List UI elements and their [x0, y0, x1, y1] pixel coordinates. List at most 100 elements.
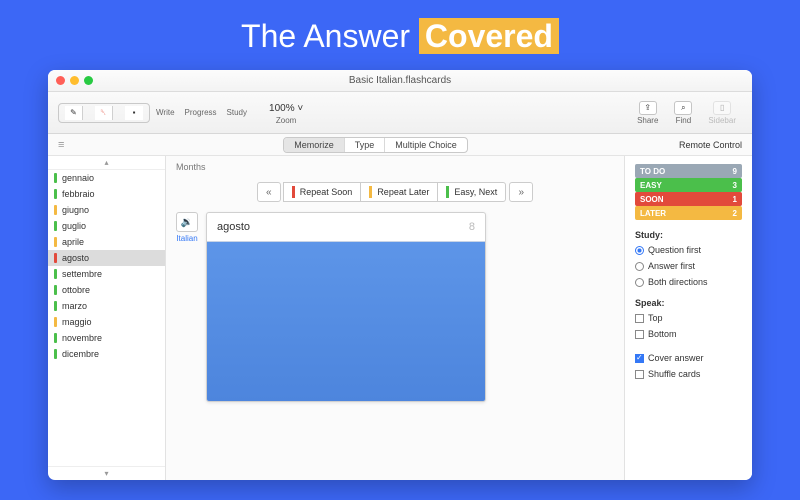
sidebar-item-label: agosto [62, 253, 89, 263]
study-button[interactable]: ▪ [119, 104, 149, 122]
sidebar-item[interactable]: febbraio [48, 186, 165, 202]
sidebar-item[interactable]: marzo [48, 298, 165, 314]
sidebar-item[interactable]: maggio [48, 314, 165, 330]
status-stripe [54, 189, 57, 199]
speak-language: Italian [176, 234, 197, 243]
zoom-label: Zoom [276, 116, 296, 125]
sidebar-item-label: maggio [62, 317, 92, 327]
status-pill-todo: TO DO9 [635, 164, 742, 178]
checkbox-icon [635, 330, 644, 339]
sidebar-item-label: marzo [62, 301, 87, 311]
opt-speak-bottom[interactable]: Bottom [635, 328, 742, 340]
speak-heading: Speak: [635, 298, 742, 308]
radio-icon [635, 246, 644, 255]
status-stripe [54, 205, 57, 215]
sidebar-item[interactable]: guglio [48, 218, 165, 234]
checkbox-icon [635, 370, 644, 379]
toolbar: ✎ ␡ ▪ Write Progress Study 100% ˅ Zoom ⇪… [48, 92, 752, 134]
write-button[interactable]: ✎ [59, 104, 89, 122]
radio-icon [635, 278, 644, 287]
find-button[interactable]: ⌕Find [668, 99, 698, 127]
sidebar-sort-down[interactable]: ▾ [48, 466, 165, 480]
sidebar-item[interactable]: gennaio [48, 170, 165, 186]
tab-multiple[interactable]: Multiple Choice [385, 138, 467, 152]
hero-title: The Answer Covered [0, 0, 800, 69]
sidebar-item[interactable]: aprile [48, 234, 165, 250]
status-stripe [54, 317, 57, 327]
zoom-control[interactable]: 100% ˅ Zoom [263, 101, 309, 125]
sidebar-item-label: febbraio [62, 189, 95, 199]
write-label: Write [156, 108, 175, 117]
sidebar-item-label: ottobre [62, 285, 90, 295]
tab-type[interactable]: Type [345, 138, 386, 152]
status-stripe [54, 269, 57, 279]
bars-icon: ␡ [95, 106, 113, 120]
sidebar-item[interactable]: dicembre [48, 346, 165, 362]
sidebar-item-label: dicembre [62, 349, 99, 359]
titlebar: Basic Italian.flashcards [48, 70, 752, 92]
sidebar-item[interactable]: settembre [48, 266, 165, 282]
status-stripe [54, 285, 57, 295]
share-button[interactable]: ⇪Share [631, 99, 664, 127]
remote-control-label[interactable]: Remote Control [679, 140, 742, 150]
status-stripe [54, 253, 57, 263]
search-icon: ⌕ [674, 101, 692, 115]
window-title: Basic Italian.flashcards [48, 75, 752, 86]
flashcard[interactable]: agosto 8 [206, 212, 486, 402]
app-window: Basic Italian.flashcards ✎ ␡ ▪ Write Pro… [48, 70, 752, 480]
status-stripe [54, 333, 57, 343]
sidebar: ▴ gennaio febbraio giugno guglio aprile agost… [48, 156, 166, 480]
mode-segmented[interactable]: Memorize Type Multiple Choice [283, 137, 468, 153]
answer-buttons: « Repeat Soon Repeat Later Easy, Next » [176, 182, 614, 202]
sidebar-button[interactable]: ▯Sidebar [702, 99, 742, 127]
menu-icon[interactable]: ≡ [58, 139, 72, 151]
sidebar-item[interactable]: giugno [48, 202, 165, 218]
sidebar-item[interactable]: ottobre [48, 282, 165, 298]
sidebar-item[interactable]: agosto [48, 250, 165, 266]
repeat-soon-button[interactable]: Repeat Soon [283, 182, 362, 202]
card-number: 8 [469, 221, 475, 233]
sidebar-item-label: giugno [62, 205, 89, 215]
sidebar-icon: ▯ [713, 101, 731, 115]
opt-cover-answer[interactable]: Cover answer [635, 352, 742, 364]
answer-cover[interactable] [207, 241, 485, 401]
sidebar-item-label: gennaio [62, 173, 94, 183]
sidebar-item[interactable]: novembre [48, 330, 165, 346]
cards-icon: ▪ [125, 106, 143, 120]
checkbox-icon [635, 354, 644, 363]
sidebar-list: gennaio febbraio giugno guglio aprile agosto s… [48, 170, 165, 466]
pencil-icon: ✎ [65, 106, 83, 120]
study-heading: Study: [635, 230, 742, 240]
speak-button[interactable]: 🔉 Italian [176, 212, 198, 243]
sidebar-item-label: settembre [62, 269, 102, 279]
status-stripe [54, 221, 57, 231]
right-panel: TO DO9EASY3SOON1LATER2 Study: Question f… [624, 156, 752, 480]
opt-speak-top[interactable]: Top [635, 312, 742, 324]
sidebar-item-label: aprile [62, 237, 84, 247]
status-stripe [54, 301, 57, 311]
sidebar-item-label: guglio [62, 221, 86, 231]
radio-icon [635, 262, 644, 271]
repeat-later-button[interactable]: Repeat Later [360, 182, 438, 202]
prev-button[interactable]: « [257, 182, 281, 202]
share-icon: ⇪ [639, 101, 657, 115]
status-pill-soon: SOON1 [635, 192, 742, 206]
status-stripe [54, 237, 57, 247]
card-word: agosto [217, 221, 250, 233]
checkbox-icon [635, 314, 644, 323]
status-stripe [54, 349, 57, 359]
category-label: Months [176, 162, 614, 172]
progress-button[interactable]: ␡ [89, 104, 119, 122]
opt-question-first[interactable]: Question first [635, 244, 742, 256]
tab-memorize[interactable]: Memorize [284, 138, 345, 152]
subtoolbar: ≡ Memorize Type Multiple Choice Remote C… [48, 134, 752, 156]
sidebar-sort-up[interactable]: ▴ [48, 156, 165, 170]
opt-shuffle[interactable]: Shuffle cards [635, 368, 742, 380]
study-area: Months « Repeat Soon Repeat Later Easy, … [166, 156, 624, 480]
opt-both-directions[interactable]: Both directions [635, 276, 742, 288]
progress-label: Progress [185, 108, 217, 117]
easy-next-button[interactable]: Easy, Next [437, 182, 506, 202]
next-button[interactable]: » [509, 182, 533, 202]
opt-answer-first[interactable]: Answer first [635, 260, 742, 272]
status-pill-later: LATER2 [635, 206, 742, 220]
